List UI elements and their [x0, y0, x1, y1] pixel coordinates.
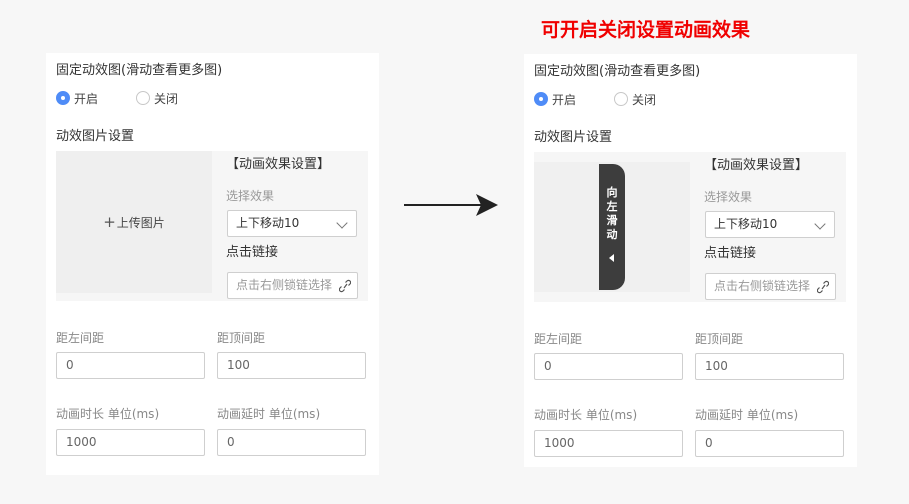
- link-input-placeholder: 点击右侧锁链选择: [714, 279, 811, 293]
- link-input-placeholder: 点击右侧锁链选择: [236, 278, 333, 292]
- radio-dot-icon: [136, 91, 150, 105]
- link-chain-icon[interactable]: [817, 280, 829, 294]
- left-margin-label: 距左间距: [534, 332, 583, 346]
- duration-input[interactable]: 1000: [56, 429, 205, 456]
- left-margin-input[interactable]: 0: [56, 352, 205, 379]
- link-input[interactable]: 点击右侧锁链选择: [227, 272, 358, 299]
- click-link-label: 点击链接: [704, 246, 757, 261]
- duration-input[interactable]: 1000: [534, 430, 683, 457]
- radio-dot-icon: [534, 92, 548, 106]
- radio-on[interactable]: 开启: [534, 90, 576, 108]
- arrow-right-icon: [404, 194, 498, 216]
- left-margin-value: 0: [66, 358, 74, 372]
- delay-label: 动画延时 单位(ms): [217, 407, 321, 421]
- slide-tab-char: 动: [606, 228, 618, 241]
- chevron-down-icon: [814, 218, 826, 230]
- left-margin-label: 距左间距: [56, 331, 105, 345]
- left-margin-value: 0: [544, 359, 552, 373]
- top-margin-label: 距顶间距: [695, 332, 744, 346]
- image-settings-title: 动效图片设置: [534, 130, 613, 145]
- link-input[interactable]: 点击右侧锁链选择: [705, 273, 836, 300]
- effect-select[interactable]: 上下移动10: [705, 211, 835, 238]
- delay-input[interactable]: 0: [217, 429, 366, 456]
- effect-settings-title: 【动画效果设置】: [704, 158, 809, 173]
- slide-tab-char: 左: [606, 200, 618, 213]
- plus-icon: +: [103, 213, 116, 231]
- slide-tab-char: 向: [606, 186, 618, 199]
- radio-off[interactable]: 关闭: [136, 89, 178, 107]
- image-settings-title: 动效图片设置: [56, 129, 135, 144]
- top-margin-input[interactable]: 100: [217, 352, 366, 379]
- duration-value: 1000: [66, 435, 97, 449]
- link-chain-icon[interactable]: [339, 279, 351, 293]
- click-link-label: 点击链接: [226, 245, 279, 260]
- upload-image-button[interactable]: + 上传图片: [56, 151, 212, 293]
- effect-settings-title: 【动画效果设置】: [226, 157, 331, 172]
- settings-panel-right: 固定动效图(滑动查看更多图) 开启 关闭 动效图片设置 向左滑动 【动画效果设置…: [524, 54, 857, 467]
- top-margin-value: 100: [705, 359, 728, 373]
- radio-dot-icon: [614, 92, 628, 106]
- image-settings-area: 向左滑动 【动画效果设置】 选择效果 上下移动10 点击链接 点击右侧锁链选择: [534, 152, 846, 302]
- delay-input[interactable]: 0: [695, 430, 844, 457]
- effect-select-label: 选择效果: [226, 189, 275, 203]
- radio-on-label: 开启: [74, 91, 99, 106]
- upload-label: 上传图片: [116, 215, 165, 230]
- radio-on[interactable]: 开启: [56, 89, 98, 107]
- radio-off[interactable]: 关闭: [614, 90, 656, 108]
- slide-tab-char: 滑: [606, 214, 618, 227]
- effect-select-label: 选择效果: [704, 190, 753, 204]
- delay-value: 0: [227, 435, 235, 449]
- radio-off-label: 关闭: [154, 91, 179, 106]
- caret-left-icon: [609, 254, 614, 262]
- top-margin-value: 100: [227, 358, 250, 372]
- effect-select[interactable]: 上下移动10: [227, 210, 357, 237]
- slide-left-tab: 向左滑动: [599, 164, 625, 290]
- delay-label: 动画延时 单位(ms): [695, 408, 799, 422]
- top-margin-input[interactable]: 100: [695, 353, 844, 380]
- slide-tab-text: 向左滑动: [599, 186, 625, 242]
- duration-label: 动画时长 单位(ms): [534, 408, 638, 422]
- image-settings-area: + 上传图片 【动画效果设置】 选择效果 上下移动10 点击链接 点击右侧锁链选…: [56, 151, 368, 301]
- section-title: 固定动效图(滑动查看更多图): [56, 63, 223, 78]
- top-margin-label: 距顶间距: [217, 331, 266, 345]
- left-margin-input[interactable]: 0: [534, 353, 683, 380]
- radio-on-label: 开启: [552, 92, 577, 107]
- delay-value: 0: [705, 436, 713, 450]
- effect-select-value: 上下移动10: [236, 216, 300, 230]
- chevron-down-icon: [336, 217, 348, 229]
- section-title: 固定动效图(滑动查看更多图): [534, 64, 701, 79]
- radio-off-label: 关闭: [632, 92, 657, 107]
- headline: 可开启关闭设置动画效果: [541, 19, 751, 41]
- effect-image-thumbnail[interactable]: 向左滑动: [534, 162, 690, 292]
- radio-dot-icon: [56, 91, 70, 105]
- settings-panel-left: 固定动效图(滑动查看更多图) 开启 关闭 动效图片设置 + 上传图片 【动画效果…: [46, 53, 379, 475]
- effect-select-value: 上下移动10: [714, 217, 778, 231]
- duration-value: 1000: [544, 436, 575, 450]
- duration-label: 动画时长 单位(ms): [56, 407, 160, 421]
